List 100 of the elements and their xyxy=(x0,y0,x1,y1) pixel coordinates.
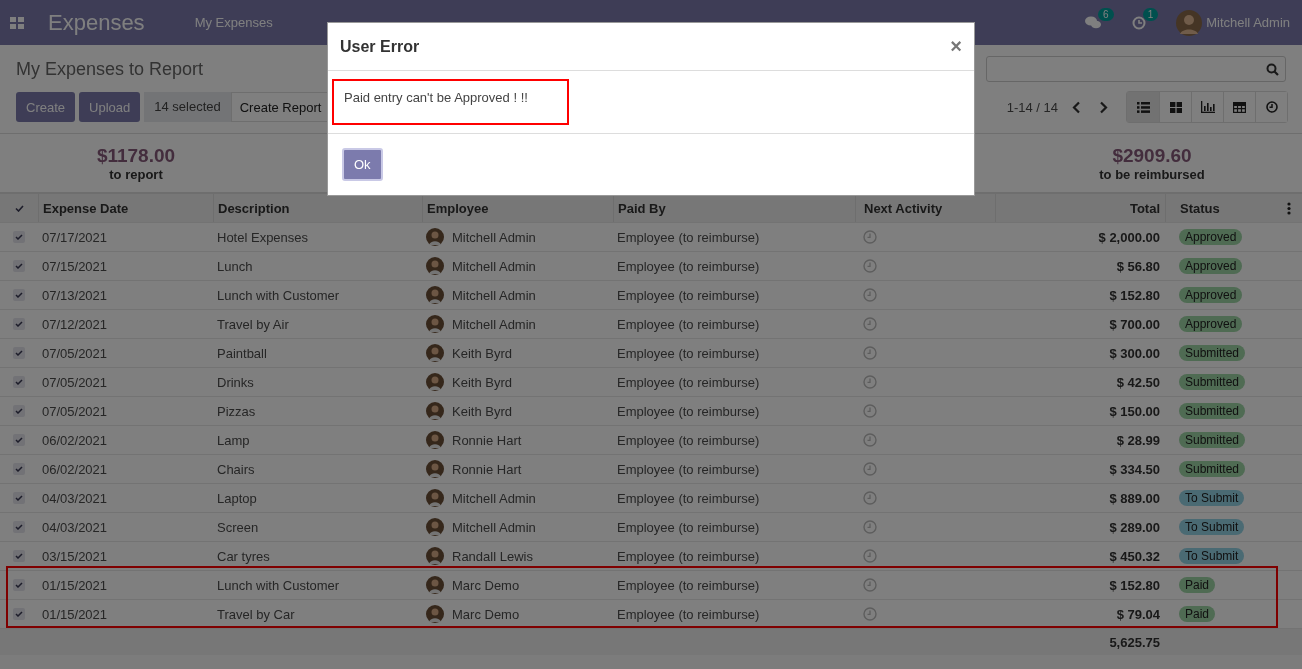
row-checkbox[interactable] xyxy=(13,347,25,359)
employee-avatar xyxy=(426,228,444,246)
row-checkbox[interactable] xyxy=(13,579,25,591)
employee-name: Marc Demo xyxy=(452,577,520,593)
table-cell-text: Paintball xyxy=(216,344,268,363)
employee-avatar xyxy=(426,344,444,362)
page-title: My Expenses to Report xyxy=(16,58,205,80)
user-name[interactable]: Mitchell Admin xyxy=(1206,15,1290,30)
status-badge: Paid xyxy=(1179,606,1216,622)
employee-name: Ronnie Hart xyxy=(452,461,522,477)
table-cell-text: 01/15/2021 xyxy=(41,605,109,624)
table-cell-text: 07/05/2021 xyxy=(41,344,109,363)
employee-avatar xyxy=(426,315,444,333)
dialog-title: User Error xyxy=(340,37,420,56)
table-cell-text: $ 700.00 xyxy=(1108,315,1161,334)
table-cell-text: Laptop xyxy=(216,489,258,508)
row-checkbox[interactable] xyxy=(13,405,25,417)
table-cell-text: $ 152.80 xyxy=(1108,286,1161,305)
menu-item[interactable]: My Expenses xyxy=(194,15,273,30)
status-badge: Approved xyxy=(1179,258,1243,274)
sum-total: 5,625.75 xyxy=(1108,633,1161,652)
table-cell-text: Hotel Expenses xyxy=(216,228,310,247)
next-icon[interactable] xyxy=(1099,100,1108,114)
search-field[interactable] xyxy=(986,56,1286,82)
employee-name: Keith Byrd xyxy=(452,374,512,390)
table-cell-text: $ 289.00 xyxy=(1108,518,1161,537)
row-checkbox[interactable] xyxy=(13,376,25,388)
column-options-icon[interactable] xyxy=(1287,201,1291,215)
dashboard-label: to report xyxy=(109,166,163,182)
chat-icon[interactable] xyxy=(1085,15,1102,30)
table-cell-text: Employee (to reimburse) xyxy=(616,315,761,334)
toolbar-button[interactable]: Upload xyxy=(79,92,141,122)
table-cell-text: 07/15/2021 xyxy=(41,257,109,276)
toolbar-button[interactable]: Create xyxy=(16,92,76,122)
table-cell-text: $ 28.99 xyxy=(1115,431,1161,450)
selection-count: 14 selected xyxy=(144,92,231,122)
employee-name: Marc Demo xyxy=(452,606,520,622)
table-cell-text: $ 450.32 xyxy=(1108,547,1161,566)
table-cell-text: $ 150.00 xyxy=(1108,402,1161,421)
table-cell-text: Employee (to reimburse) xyxy=(616,344,761,363)
bar-chart-icon xyxy=(1200,101,1215,113)
employee-name: Mitchell Admin xyxy=(452,490,536,506)
table-cell-text: Employee (to reimburse) xyxy=(616,576,761,595)
table-cell-text: 04/03/2021 xyxy=(41,489,109,508)
employee-name: Mitchell Admin xyxy=(452,316,536,332)
search-icon[interactable] xyxy=(1266,62,1279,76)
table-cell-text: $ 889.00 xyxy=(1108,489,1161,508)
row-checkbox[interactable] xyxy=(13,463,25,475)
pager-value[interactable]: 1-14 / 14 xyxy=(1006,99,1058,115)
table-cell-text: Lunch with Customer xyxy=(216,576,341,595)
employee-avatar xyxy=(426,460,444,478)
row-checkbox[interactable] xyxy=(13,231,25,243)
column-header[interactable]: Total xyxy=(995,194,1165,222)
clock-icon xyxy=(1265,101,1278,113)
status-badge: Submitted xyxy=(1179,403,1246,419)
employee-avatar xyxy=(426,257,444,275)
employee-name: Keith Byrd xyxy=(452,345,512,361)
employee-avatar xyxy=(426,576,444,594)
row-checkbox[interactable] xyxy=(13,434,25,446)
table-cell-text: $ 56.80 xyxy=(1115,257,1161,276)
status-badge: To Submit xyxy=(1179,519,1245,535)
employee-name: Keith Byrd xyxy=(452,403,512,419)
status-badge: Approved xyxy=(1179,287,1243,303)
status-badge: Approved xyxy=(1179,316,1243,332)
ok-button[interactable]: Ok xyxy=(342,148,383,181)
row-checkbox[interactable] xyxy=(13,550,25,562)
close-button[interactable]: × xyxy=(950,35,962,58)
table-cell-text: Employee (to reimburse) xyxy=(616,286,761,305)
table-cell-text: $ 79.04 xyxy=(1115,605,1161,624)
column-header[interactable]: Expense Date xyxy=(38,194,213,222)
table-cell-text: Travel by Car xyxy=(216,605,296,624)
row-checkbox[interactable] xyxy=(13,289,25,301)
table-cell-text: 07/05/2021 xyxy=(41,402,109,421)
status-badge: Paid xyxy=(1179,577,1216,593)
row-checkbox[interactable] xyxy=(13,608,25,620)
apps-menu-icon[interactable] xyxy=(10,16,24,29)
table-cell-text: 06/02/2021 xyxy=(41,460,109,479)
row-checkbox[interactable] xyxy=(13,260,25,272)
employee-avatar xyxy=(426,373,444,391)
table-cell-text: Employee (to reimburse) xyxy=(616,518,761,537)
grid-icon xyxy=(1169,101,1182,113)
status-badge: To Submit xyxy=(1179,548,1245,564)
status-badge: Submitted xyxy=(1179,345,1246,361)
row-checkbox[interactable] xyxy=(13,521,25,533)
previous-icon[interactable] xyxy=(1072,100,1081,114)
table-cell-text: Travel by Air xyxy=(216,315,290,334)
table-cell-text: Chairs xyxy=(216,460,256,479)
column-header[interactable]: Status xyxy=(1165,194,1287,222)
table-cell-text: 06/02/2021 xyxy=(41,431,109,450)
table-cell-text: 01/15/2021 xyxy=(41,576,109,595)
table-cell-text: 07/17/2021 xyxy=(41,228,109,247)
list-view-button[interactable] xyxy=(1127,92,1159,122)
table-cell-text: Pizzas xyxy=(216,402,257,421)
table-cell-text: Screen xyxy=(216,518,260,537)
employee-name: Randall Lewis xyxy=(452,548,533,564)
row-checkbox[interactable] xyxy=(13,492,25,504)
activity-view-button[interactable] xyxy=(1255,92,1287,122)
error-message: Paid entry can't be Approved ! !! xyxy=(332,79,569,125)
row-checkbox[interactable] xyxy=(13,318,25,330)
employee-avatar xyxy=(426,605,444,623)
